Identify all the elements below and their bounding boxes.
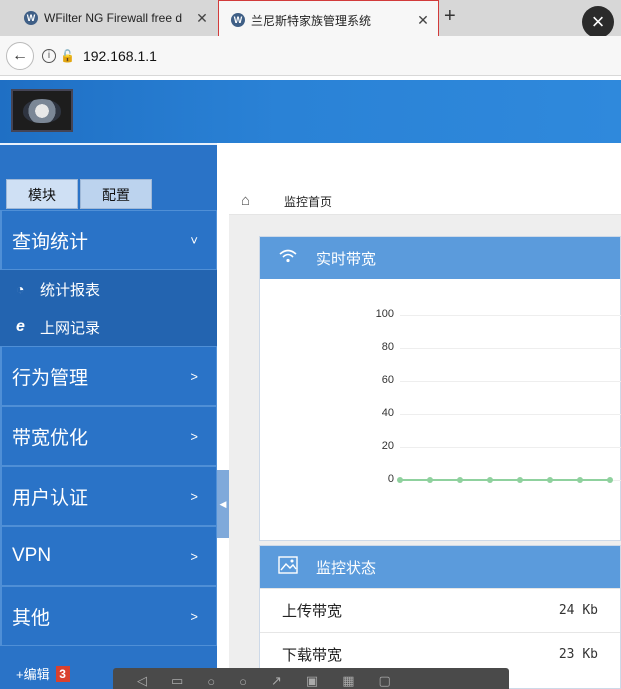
bandwidth-chart: 100 80 60 40 20 0 [260,279,621,541]
main-area: ⌂ 监控首页 实时带宽 100 80 60 40 20 0 监控状态 上传带宽 24 Kb [229,143,621,689]
edit-button[interactable]: +编辑 3 [16,664,70,683]
browser-nav-bar: ← i 🔓 192.168.1.1 [0,36,621,76]
chevron-down-icon: ˅ [190,232,198,248]
data-point[interactable] [547,477,553,483]
tab-config[interactable]: 配置 [80,179,152,209]
logo-emblem-icon [23,98,61,123]
close-window-button[interactable]: × [582,6,614,38]
sidebar-item-query-stats[interactable]: 查询统计 ˅ [0,210,217,270]
bandwidth-panel: 实时带宽 100 80 60 40 20 0 [259,236,621,541]
browser-tab-wfilter[interactable]: W WFilter NG Firewall free d ✕ [12,3,217,33]
ie-icon: e [16,318,25,335]
data-point[interactable] [577,477,583,483]
toolbar-icon[interactable]: ▦ [342,673,354,689]
chevron-right-icon: > [190,428,198,444]
sidebar: 模块 配置 查询统计 ˅ ◔ 统计报表 e 上网记录 行为管理 > 带宽优化 >… [0,143,217,689]
sidebar-subitem-label: 统计报表 [40,281,101,299]
data-point[interactable] [607,477,613,483]
breadcrumb-label: 监控首页 [284,195,333,209]
row-value: 23 Kb [558,647,598,662]
row-label: 上传带宽 [282,603,343,620]
sidebar-item-other[interactable]: 其他 > [0,586,217,646]
panel-title: 实时带宽 [316,250,377,268]
app-header [0,80,621,143]
sidebar-tabs: 模块 配置 [6,179,152,209]
toolbar-icon[interactable]: ○ [239,674,247,689]
wfilter-favicon-icon: W [24,11,38,25]
chevron-right-icon: > [190,488,198,504]
data-point[interactable] [457,477,463,483]
insecure-lock-icon[interactable]: 🔓 [60,49,75,63]
sidebar-item-label: 带宽优化 [12,427,89,449]
submenu-query-stats: ◔ 统计报表 e 上网记录 [0,270,217,346]
toolbar-icon[interactable]: ▣ [306,673,318,689]
sidebar-subitem-reports[interactable]: ◔ 统计报表 [0,270,217,308]
sidebar-item-auth[interactable]: 用户认证 > [0,466,217,526]
tab-title: 兰尼斯特家族管理系统 [251,13,372,28]
content-area: 实时带宽 100 80 60 40 20 0 监控状态 上传带宽 24 Kb 下载带宽 2… [229,215,621,689]
toolbar-icon[interactable]: ▢ [379,673,391,689]
tab-modules[interactable]: 模块 [6,179,78,209]
logo [11,89,73,132]
breadcrumb: ⌂ 监控首页 [229,143,621,215]
data-point[interactable] [427,477,433,483]
browser-tab-active[interactable]: W 兰尼斯特家族管理系统 ✕ [218,0,439,40]
home-icon[interactable]: ⌂ [241,192,250,209]
chart-plot [397,477,613,483]
data-point[interactable] [397,477,403,483]
info-icon[interactable]: i [42,48,56,63]
wifi-icon [260,248,316,269]
sidebar-menu: 查询统计 ˅ ◔ 统计报表 e 上网记录 行为管理 > 带宽优化 > 用户认证 … [0,210,217,646]
panel-title: 监控状态 [316,559,377,577]
tab-close-icon[interactable]: ✕ [193,10,211,27]
new-tab-button[interactable]: + [444,5,456,28]
row-label: 下载带宽 [282,647,343,664]
image-icon [260,555,316,579]
sidebar-item-label: 行为管理 [12,367,89,389]
pie-chart-icon: ◔ [16,281,25,297]
toolbar-icon[interactable]: ▭ [171,673,183,689]
sidebar-subitem-web-log[interactable]: e 上网记录 [0,308,217,346]
back-button[interactable]: ← [6,41,34,70]
sidebar-collapse-handle[interactable]: ◀ [217,470,229,538]
edit-label: +编辑 [16,667,50,682]
toolbar-icon[interactable]: ◁ [137,673,147,689]
sidebar-item-label: 查询统计 [12,231,89,253]
chevron-right-icon: > [190,608,198,624]
sidebar-item-vpn[interactable]: VPN > [0,526,217,586]
toolbar-icon[interactable]: ↗ [271,673,282,689]
address-bar[interactable]: 192.168.1.1 [83,48,157,64]
status-row-upload: 上传带宽 24 Kb [260,588,620,632]
wfilter-favicon-icon: W [231,13,245,27]
data-point[interactable] [517,477,523,483]
tab-title: WFilter NG Firewall free d [44,11,183,25]
row-value: 24 Kb [558,603,598,618]
chevron-right-icon: > [190,368,198,384]
sidebar-item-label: 其他 [12,607,51,629]
tab-close-icon[interactable]: ✕ [414,12,432,29]
sidebar-item-label: VPN [12,545,52,566]
data-point[interactable] [487,477,493,483]
edit-badge: 3 [55,665,70,682]
sidebar-subitem-label: 上网记录 [40,319,101,337]
panel-header: 实时带宽 [260,237,620,279]
panel-header: 监控状态 [260,546,620,588]
sidebar-item-behavior[interactable]: 行为管理 > [0,346,217,406]
sidebar-item-label: 用户认证 [12,487,89,509]
browser-tab-bar: W WFilter NG Firewall free d ✕ W 兰尼斯特家族管… [0,0,621,40]
chevron-right-icon: > [190,548,198,564]
toolbar-icon[interactable]: ○ [207,674,215,689]
sidebar-item-bandwidth[interactable]: 带宽优化 > [0,406,217,466]
floating-toolbar[interactable]: ◁ ▭ ○ ○ ↗ ▣ ▦ ▢ [113,668,509,689]
